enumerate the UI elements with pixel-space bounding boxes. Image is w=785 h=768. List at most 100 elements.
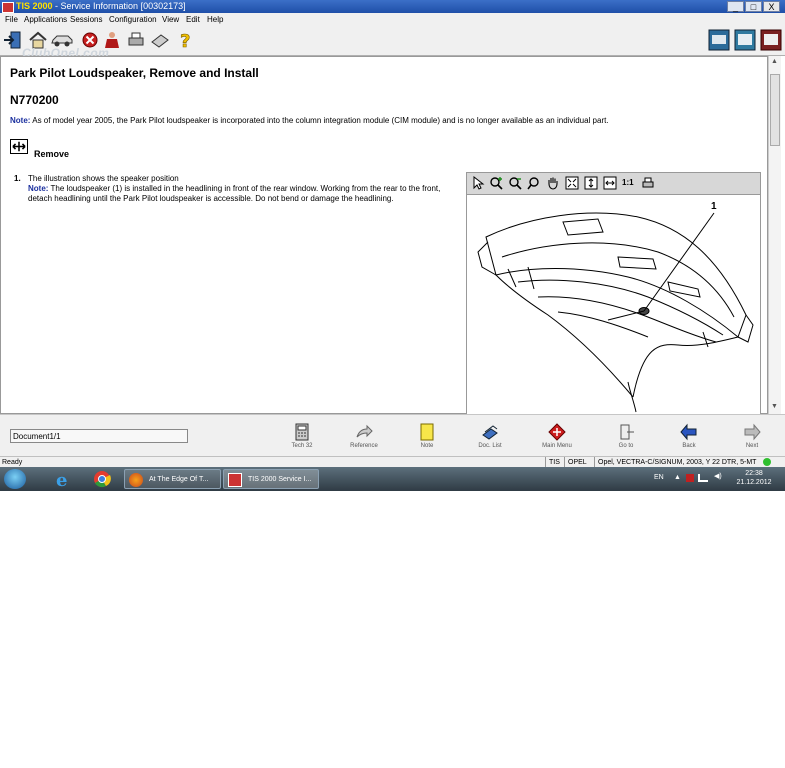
headlining-illustration: 1 [477, 201, 754, 413]
zoom-icon[interactable] [527, 176, 541, 190]
status-vehicle: Opel, VECTRA-C/SIGNUM, 2003, Y 22 DTR, 5… [594, 457, 756, 467]
windows-taskbar [0, 467, 785, 491]
back-label: Back [682, 443, 696, 449]
exit-icon[interactable] [3, 30, 23, 50]
next-arrow-icon [744, 423, 761, 441]
reference-icon [356, 424, 373, 438]
illustration-callout-1: 1 [711, 201, 717, 212]
menu-help[interactable]: Help [207, 13, 223, 26]
menu-file[interactable]: File [5, 13, 18, 26]
network-icon[interactable] [698, 474, 708, 482]
window-title-bar: TIS 2000 - Service Information [00302173… [0, 0, 785, 13]
main-menu-label: Main Menu [542, 443, 572, 449]
taskbar-clock[interactable]: 22:38 21.12.2012 [734, 469, 774, 487]
step-note-text: The loudspeaker (1) is installed in the … [28, 184, 441, 203]
internet-explorer-icon[interactable]: e [52, 469, 74, 489]
doc-list-button[interactable]: Doc. List [465, 423, 515, 449]
main-menu-icon [548, 423, 566, 441]
chrome-icon[interactable] [92, 469, 112, 489]
window-title: TIS 2000 - Service Information [00302173… [16, 1, 186, 11]
note-button[interactable]: Note [402, 423, 452, 449]
vertical-scrollbar[interactable]: ▲ ▼ [768, 56, 781, 414]
status-application: TIS [545, 457, 560, 467]
connection-status-icon [763, 458, 771, 466]
note-label: Note: [10, 116, 31, 125]
app-icon [2, 2, 14, 13]
tech32-icon [295, 423, 309, 441]
menu-bar: File Applications Sessions Configuration… [0, 13, 785, 27]
menu-view[interactable]: View [162, 13, 179, 26]
goto-icon [620, 424, 634, 440]
document-note: Note: As of model year 2005, the Park Pi… [10, 116, 730, 125]
minimize-button[interactable]: _ [727, 1, 744, 12]
firefox-icon [129, 473, 143, 487]
close-button[interactable]: X [763, 1, 780, 12]
note-text: As of model year 2005, the Park Pilot lo… [32, 116, 609, 125]
tray-expand-icon[interactable]: ▲ [674, 474, 681, 481]
volume-icon[interactable]: ◀) [714, 472, 722, 480]
taskbar-firefox-label: At The Edge Of T... [149, 476, 209, 483]
notepad-icon[interactable] [150, 30, 170, 50]
tech32-button[interactable]: Tech 32 [277, 423, 327, 449]
menu-sessions[interactable]: Sessions [70, 13, 102, 26]
document-position: Document1/1 [10, 429, 188, 443]
status-brand: OPEL [564, 457, 587, 467]
viewer-print-icon[interactable] [641, 176, 655, 190]
step-text: The illustration shows the speaker posit… [28, 174, 179, 183]
doc-list-icon [482, 425, 498, 440]
step-number: 1. [14, 174, 21, 183]
toolbar: ? [0, 26, 785, 56]
taskbar-tis2000-label: TIS 2000 Service I... [248, 476, 312, 483]
clock-time: 22:38 [745, 470, 763, 477]
menu-edit[interactable]: Edit [186, 13, 200, 26]
note-nav-label: Note [420, 443, 434, 449]
scroll-thumb[interactable] [770, 74, 780, 146]
fit-width-icon[interactable] [603, 176, 617, 190]
zoom-out-icon[interactable] [508, 176, 522, 190]
help-icon[interactable]: ? [176, 30, 196, 50]
print-icon[interactable] [126, 30, 146, 50]
reference-button[interactable]: Reference [339, 423, 389, 449]
doc-list-label: Doc. List [478, 443, 502, 449]
taskbar-tis2000[interactable]: TIS 2000 Service I... [223, 469, 319, 489]
fit-height-icon[interactable] [584, 176, 598, 190]
tech32-label: Tech 32 [291, 443, 313, 449]
svg-text:e: e [56, 470, 67, 489]
fit-window-icon[interactable] [565, 176, 579, 190]
step-note: Note: The loudspeaker (1) is installed i… [28, 184, 448, 204]
language-indicator[interactable]: EN [654, 474, 664, 481]
image-viewer: 1:1 1 [466, 172, 761, 415]
document-number: N770200 [10, 93, 59, 107]
step-note-label: Note: [28, 184, 49, 193]
pan-hand-icon[interactable] [546, 176, 560, 190]
taskbar-firefox[interactable]: At The Edge Of T... [124, 469, 221, 489]
back-arrow-icon [680, 423, 697, 441]
menu-applications[interactable]: Applications [24, 13, 67, 26]
maximize-button[interactable]: □ [745, 1, 762, 12]
scroll-down-icon[interactable]: ▼ [771, 403, 778, 410]
clock-date: 21.12.2012 [736, 479, 772, 486]
next-label: Next [745, 443, 759, 449]
back-button[interactable]: Back [664, 423, 714, 449]
next-button[interactable]: Next [727, 423, 777, 449]
goto-button[interactable]: Go to [601, 423, 651, 449]
note-icon [420, 423, 434, 441]
diagnostics-icon[interactable] [708, 29, 730, 51]
viewer-toolbar: 1:1 [467, 173, 760, 195]
main-menu-button[interactable]: Main Menu [532, 423, 582, 449]
start-button[interactable] [4, 469, 26, 489]
document-title: Park Pilot Loudspeaker, Remove and Insta… [10, 66, 259, 80]
section-remove: Remove [34, 149, 70, 159]
remove-icon [10, 139, 28, 154]
zoom-in-icon[interactable] [489, 176, 503, 190]
programming-icon[interactable] [760, 29, 782, 51]
menu-configuration[interactable]: Configuration [109, 13, 157, 26]
scroll-up-icon[interactable]: ▲ [771, 58, 778, 65]
reference-label: Reference [350, 443, 378, 449]
tech-tool-icon[interactable] [734, 29, 756, 51]
tis-icon [228, 473, 242, 487]
pointer-icon[interactable] [471, 176, 485, 190]
tray-app-icon[interactable] [686, 474, 694, 482]
actual-size-button[interactable]: 1:1 [622, 176, 640, 190]
goto-label: Go to [618, 443, 634, 449]
